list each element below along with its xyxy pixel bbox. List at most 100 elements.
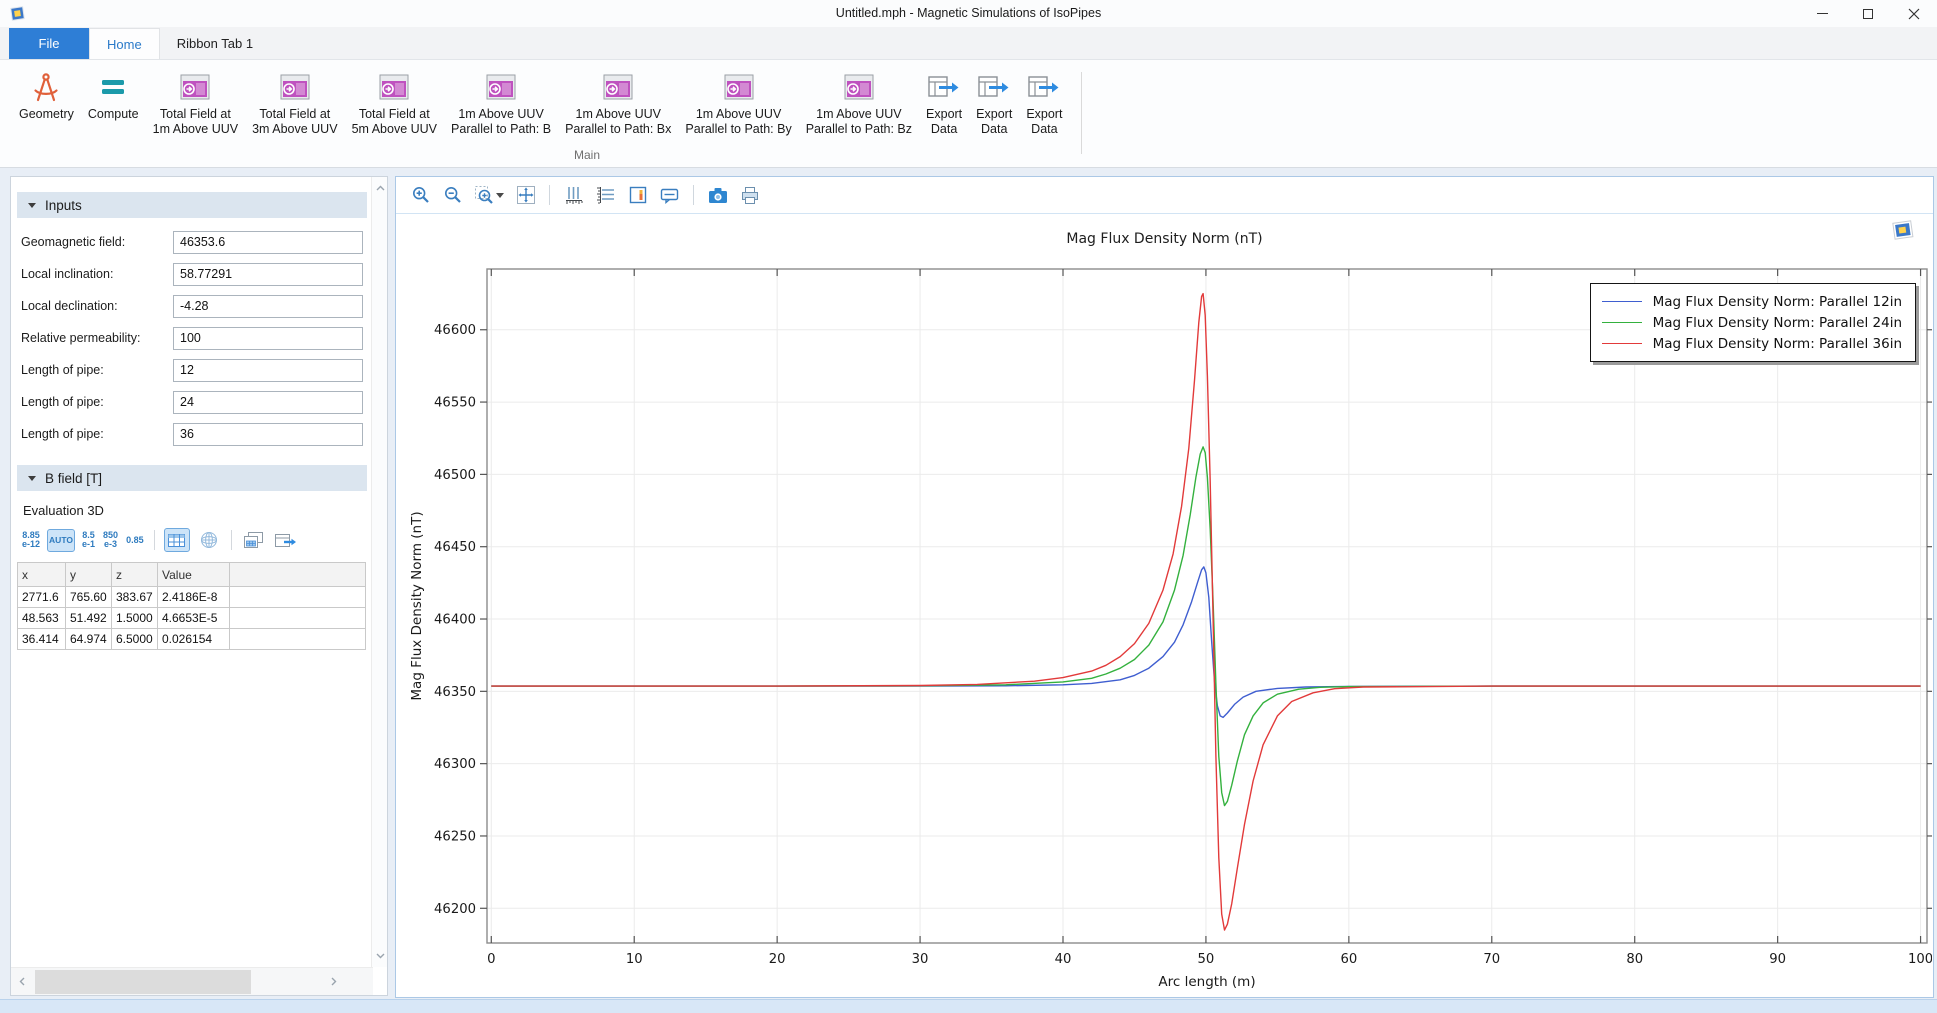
zoom-dropdown-arrow[interactable]	[496, 193, 504, 198]
local-inclination-input[interactable]	[173, 263, 363, 286]
export-data-button-1[interactable]: ExportData	[919, 68, 969, 139]
bfield-section-header[interactable]: B field [T]	[17, 465, 367, 491]
ribbon-group-separator	[1081, 72, 1082, 154]
field-row: Local inclination:	[11, 258, 387, 290]
close-icon	[1908, 8, 1920, 20]
show-table-window-button[interactable]	[241, 528, 267, 552]
zoom-out-button[interactable]	[440, 183, 465, 208]
geomagnetic-field-input[interactable]	[173, 231, 363, 254]
pipe-length-12-input[interactable]	[173, 359, 363, 382]
svg-text:40: 40	[1055, 952, 1072, 967]
parallel-path-by-button[interactable]: 1m Above UUVParallel to Path: By	[678, 68, 798, 139]
svg-text:Mag Flux Density Norm (nT): Mag Flux Density Norm (nT)	[409, 511, 425, 700]
zoom-box-button[interactable]	[472, 183, 506, 208]
col-header-empty	[230, 563, 366, 587]
cell: 2.4186E-8	[158, 587, 230, 608]
compute-button[interactable]: Compute	[81, 68, 146, 124]
graphics-panel: Mag Flux Density Norm (nT) 0102030405060…	[395, 176, 1934, 998]
parallel-path-b-button[interactable]: 1m Above UUVParallel to Path: B	[444, 68, 558, 139]
precision-milli-button[interactable]: 850 e-3	[102, 529, 119, 551]
table-view-toggle[interactable]	[164, 528, 190, 552]
export-data-icon	[928, 70, 960, 104]
plot-canvas[interactable]: Mag Flux Density Norm (nT) 0102030405060…	[397, 215, 1932, 997]
col-header-y: y	[66, 563, 112, 587]
pipe-length-36-input[interactable]	[173, 423, 363, 446]
ribbon-button-label: Data	[981, 122, 1007, 136]
relative-permeability-input[interactable]	[173, 327, 363, 350]
plot-group-icon	[844, 70, 874, 104]
chart-legend: Mag Flux Density Norm: Parallel 12in Mag…	[1590, 283, 1916, 362]
pipe-length-24-input[interactable]	[173, 391, 363, 414]
geometry-compass-icon	[31, 70, 61, 104]
scrollbar-thumb[interactable]	[35, 970, 251, 994]
total-field-3m-button[interactable]: Total Field at3m Above UUV	[245, 68, 344, 139]
table-row[interactable]: 48.563 51.492 1.5000 4.6653E-5	[18, 608, 366, 629]
export-table-button[interactable]	[273, 528, 299, 552]
svg-text:100: 100	[1908, 952, 1932, 967]
svg-text:50: 50	[1198, 952, 1215, 967]
svg-text:20: 20	[769, 952, 786, 967]
ribbon-button-label: Export	[976, 107, 1012, 121]
svg-text:46300: 46300	[434, 757, 476, 772]
globe-view-button[interactable]	[196, 528, 222, 552]
horizontal-scrollbar[interactable]	[11, 967, 373, 995]
ribbon-button-label: Parallel to Path: B	[451, 122, 551, 136]
geometry-button[interactable]: Geometry	[12, 68, 81, 124]
ribbon-button-label: Export	[1026, 107, 1062, 121]
y-axis-grid-button[interactable]	[593, 183, 618, 208]
precision-scientific-button[interactable]: 8.85 e-12	[21, 529, 41, 551]
zoom-extents-button[interactable]	[513, 183, 538, 208]
collapse-triangle-icon	[28, 476, 36, 481]
scroll-left-icon[interactable]	[11, 969, 33, 995]
zoom-in-button[interactable]	[408, 183, 433, 208]
tab-home[interactable]: Home	[89, 28, 160, 59]
legend-label: Mag Flux Density Norm: Parallel 36in	[1653, 336, 1902, 352]
inputs-section-header[interactable]: Inputs	[17, 192, 367, 218]
minimize-icon	[1817, 13, 1828, 14]
precision-engineering-button[interactable]: 8.5 e-1	[81, 529, 96, 551]
legend-entry: Mag Flux Density Norm: Parallel 24in	[1602, 312, 1902, 333]
svg-text:0: 0	[487, 952, 495, 967]
parallel-path-bz-button[interactable]: 1m Above UUVParallel to Path: Bz	[799, 68, 919, 139]
table-row[interactable]: 2771.6 765.60 383.67 2.4186E-8	[18, 587, 366, 608]
precision-bottom: e-3	[104, 540, 117, 549]
minimize-button[interactable]	[1799, 0, 1845, 27]
tab-ribbon-1[interactable]: Ribbon Tab 1	[160, 28, 270, 59]
color-legend-toggle[interactable]	[625, 183, 650, 208]
x-axis-grid-button[interactable]	[561, 183, 586, 208]
ribbon-button-label: 1m Above UUV	[696, 107, 781, 121]
local-declination-input[interactable]	[173, 295, 363, 318]
total-field-5m-button[interactable]: Total Field at5m Above UUV	[345, 68, 444, 139]
parallel-path-bx-button[interactable]: 1m Above UUVParallel to Path: Bx	[558, 68, 678, 139]
svg-text:10: 10	[626, 952, 643, 967]
maximize-button[interactable]	[1845, 0, 1891, 27]
total-field-1m-button[interactable]: Total Field at1m Above UUV	[146, 68, 245, 139]
precision-decimal-button[interactable]: 0.85	[125, 534, 145, 547]
tab-file[interactable]: File	[9, 28, 89, 59]
toolbar-separator	[693, 185, 694, 205]
table-row[interactable]: 36.414 64.974 6.5000 0.026154	[18, 629, 366, 650]
cell: 0.026154	[158, 629, 230, 650]
export-data-button-2[interactable]: ExportData	[969, 68, 1019, 139]
print-button[interactable]	[737, 183, 762, 208]
image-snapshot-button[interactable]	[705, 183, 730, 208]
export-data-button-3[interactable]: ExportData	[1019, 68, 1069, 139]
export-data-icon	[978, 70, 1010, 104]
svg-text:Arc length (m): Arc length (m)	[1158, 974, 1255, 990]
vertical-scrollbar[interactable]	[371, 177, 387, 967]
field-row: Length of pipe:	[11, 418, 387, 450]
precision-auto-button[interactable]: AUTO	[47, 529, 75, 552]
plot-svg[interactable]: 0102030405060708090100462004625046300463…	[397, 255, 1932, 997]
col-header-z: z	[112, 563, 158, 587]
cell: 2771.6	[18, 587, 66, 608]
scroll-up-icon[interactable]	[372, 179, 388, 197]
cell	[230, 587, 366, 608]
bfield-toolbar: 8.85 e-12 AUTO 8.5 e-1 850 e-3 0.85	[21, 528, 387, 552]
close-button[interactable]	[1891, 0, 1937, 27]
cell: 6.5000	[112, 629, 158, 650]
scroll-down-icon[interactable]	[372, 947, 388, 965]
cell: 51.492	[66, 608, 112, 629]
precision-bottom: e-1	[82, 540, 95, 549]
plot-legend-toggle[interactable]	[657, 183, 682, 208]
scroll-right-icon[interactable]	[323, 969, 345, 995]
